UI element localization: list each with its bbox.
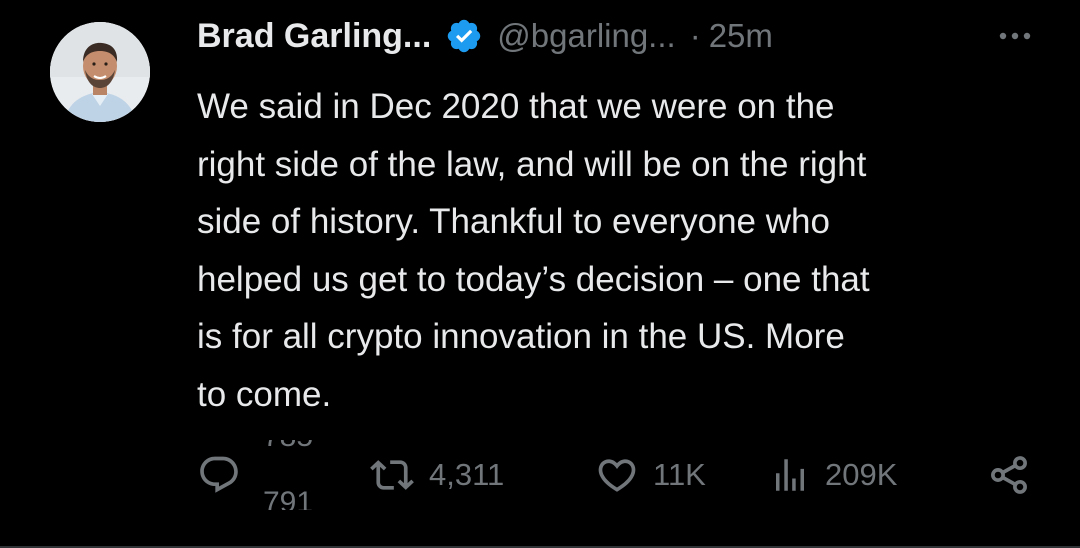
reply-icon bbox=[197, 453, 241, 497]
views-count: 209K bbox=[825, 457, 898, 492]
reply-count-top: 785 bbox=[263, 440, 313, 454]
separator-dot: · bbox=[689, 17, 701, 54]
tweet[interactable]: Brad Garling... @bgarling... · 25m We sa… bbox=[0, 0, 1080, 548]
retweet-count: 4,311 bbox=[429, 457, 505, 492]
ellipsis-icon[interactable] bbox=[993, 18, 1037, 54]
like-button[interactable]: 11K bbox=[595, 440, 706, 510]
bar-chart-icon bbox=[769, 453, 811, 497]
tweet-actions: 785 791 4,311 11K bbox=[197, 440, 1037, 510]
timestamp[interactable]: 25m bbox=[709, 17, 773, 55]
avatar-image bbox=[50, 22, 150, 122]
reply-count-bottom: 791 bbox=[263, 486, 314, 510]
author-name[interactable]: Brad Garling... bbox=[197, 17, 431, 56]
tweet-text: We said in Dec 2020 that we were on the … bbox=[197, 87, 870, 414]
retweet-icon bbox=[369, 453, 415, 497]
like-count: 11K bbox=[653, 457, 706, 492]
verified-badge-icon bbox=[445, 17, 483, 55]
heart-icon bbox=[595, 453, 639, 497]
tweet-header: Brad Garling... @bgarling... · 25m bbox=[197, 14, 1037, 58]
author-handle[interactable]: @bgarling... bbox=[497, 17, 675, 55]
share-icon bbox=[987, 453, 1031, 497]
share-button[interactable] bbox=[987, 440, 1031, 510]
reply-count: 785 791 bbox=[261, 440, 321, 510]
reply-button[interactable]: 785 791 bbox=[197, 440, 321, 510]
views-button[interactable]: 209K bbox=[769, 440, 897, 510]
retweet-button[interactable]: 4,311 bbox=[369, 440, 504, 510]
avatar[interactable] bbox=[50, 22, 150, 122]
